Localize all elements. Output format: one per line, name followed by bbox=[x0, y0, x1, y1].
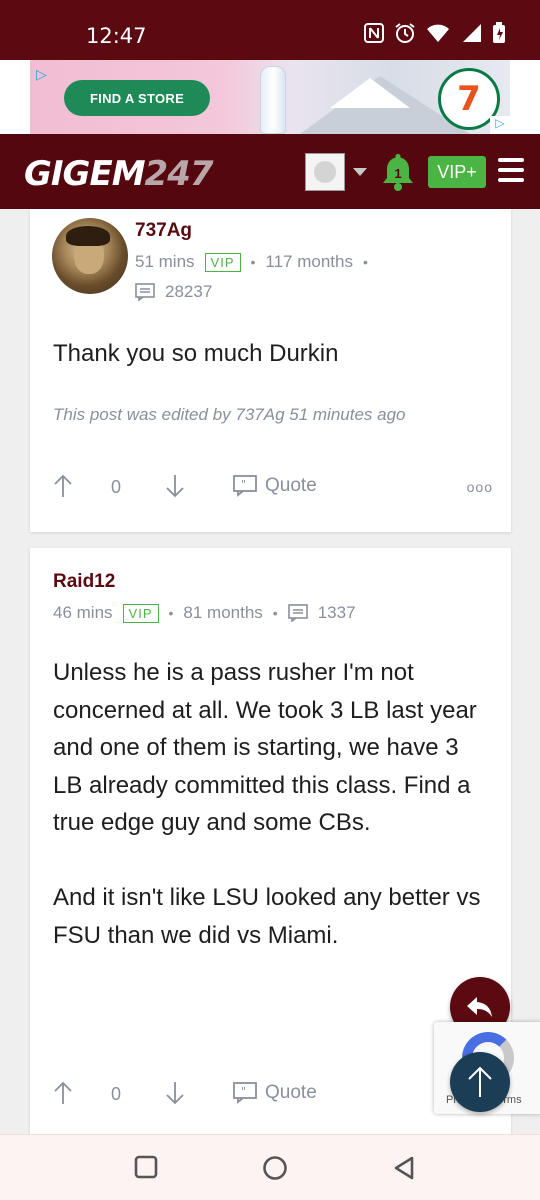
nfc-icon bbox=[364, 23, 384, 43]
alarm-icon bbox=[395, 23, 415, 43]
upvote-icon[interactable] bbox=[53, 473, 73, 499]
separator-dot: • bbox=[168, 605, 174, 621]
separator-dot: • bbox=[272, 605, 278, 621]
ad-bottle-image bbox=[260, 66, 286, 134]
status-bar: 12:47 bbox=[0, 0, 540, 60]
vote-count: 0 bbox=[111, 477, 122, 497]
post-card: 737Ag 51 mins VIP • 117 months • 28237 T… bbox=[30, 209, 511, 532]
post-actions: 0 " Quote ooo bbox=[53, 473, 493, 503]
post-count: 1337 bbox=[317, 603, 356, 622]
home-icon[interactable] bbox=[262, 1155, 288, 1181]
status-icons bbox=[364, 22, 506, 44]
ad-mountain-snow bbox=[330, 78, 410, 108]
chevron-down-icon[interactable] bbox=[353, 168, 367, 176]
separator-dot: • bbox=[362, 254, 368, 270]
scroll-to-top-button[interactable] bbox=[450, 1052, 510, 1112]
user-avatar-button[interactable] bbox=[305, 153, 345, 191]
status-time: 12:47 bbox=[86, 24, 147, 48]
post-actions: 0 " Quote bbox=[53, 1080, 493, 1110]
quote-label: Quote bbox=[265, 1082, 317, 1103]
site-logo[interactable]: GIGEM247 bbox=[24, 154, 214, 194]
menu-icon[interactable] bbox=[498, 158, 526, 186]
more-options-button[interactable]: ooo bbox=[467, 479, 493, 495]
signal-icon bbox=[463, 24, 481, 42]
ad-info-icon[interactable]: ▷ bbox=[36, 66, 54, 84]
quote-icon: " bbox=[233, 475, 257, 497]
post-meta: 46 mins VIP • 81 months • 1337 bbox=[53, 603, 356, 623]
arrow-up-icon bbox=[468, 1066, 492, 1097]
system-navigation-bar bbox=[0, 1134, 540, 1200]
post-tenure: 117 months bbox=[265, 252, 353, 271]
recents-icon[interactable] bbox=[134, 1155, 158, 1179]
post-time: 51 mins bbox=[135, 252, 195, 271]
notification-bell[interactable]: 1 bbox=[380, 152, 416, 192]
post-username[interactable]: Raid12 bbox=[53, 571, 115, 593]
quote-label: Quote bbox=[265, 475, 317, 496]
post-body: Thank you so much Durkin bbox=[53, 340, 339, 367]
upvote-icon[interactable] bbox=[53, 1080, 73, 1106]
post-username[interactable]: 737Ag bbox=[135, 220, 192, 242]
post-body: Unless he is a pass rusher I'm not conce… bbox=[53, 659, 481, 949]
separator-dot: • bbox=[250, 254, 256, 270]
ad-choices-icon[interactable]: ▷ bbox=[490, 116, 510, 134]
ad-creative[interactable]: ▷ FIND A STORE 7 ▷ bbox=[30, 60, 510, 134]
vote-count: 0 bbox=[111, 1084, 122, 1104]
quote-button[interactable]: " Quote bbox=[233, 475, 317, 497]
message-icon bbox=[287, 604, 308, 622]
svg-text:": " bbox=[241, 1085, 246, 1098]
find-a-store-button[interactable]: FIND A STORE bbox=[64, 80, 210, 116]
ad-banner[interactable]: ▷ FIND A STORE 7 ▷ bbox=[0, 60, 540, 134]
vip-plus-button[interactable]: VIP+ bbox=[428, 156, 486, 188]
logo-text: GIGEM bbox=[24, 154, 146, 194]
user-avatar[interactable] bbox=[52, 218, 128, 294]
post-count-row: 28237 bbox=[135, 282, 212, 302]
downvote-icon[interactable] bbox=[165, 1080, 185, 1106]
wifi-icon bbox=[427, 24, 449, 42]
downvote-icon[interactable] bbox=[165, 473, 185, 499]
back-icon[interactable] bbox=[392, 1155, 416, 1181]
message-icon bbox=[135, 283, 155, 301]
vip-badge: VIP bbox=[204, 252, 241, 272]
quote-button[interactable]: " Quote bbox=[233, 1082, 317, 1104]
post-count: 28237 bbox=[165, 282, 213, 301]
site-header: GIGEM247 1 VIP+ bbox=[0, 134, 540, 209]
svg-text:": " bbox=[241, 478, 246, 491]
post-meta: 51 mins VIP • 117 months • bbox=[135, 252, 368, 272]
post-time: 46 mins bbox=[53, 603, 113, 622]
reply-icon bbox=[467, 997, 492, 1017]
notification-count: 1 bbox=[394, 166, 402, 181]
user-avatar-icon bbox=[314, 161, 336, 183]
logo-number: 247 bbox=[144, 154, 214, 194]
post-tenure: 81 months bbox=[183, 603, 263, 622]
battery-icon bbox=[493, 22, 505, 43]
vip-badge: VIP bbox=[122, 603, 159, 623]
edit-note: This post was edited by 737Ag 51 minutes… bbox=[53, 405, 406, 424]
quote-icon: " bbox=[233, 1082, 257, 1104]
